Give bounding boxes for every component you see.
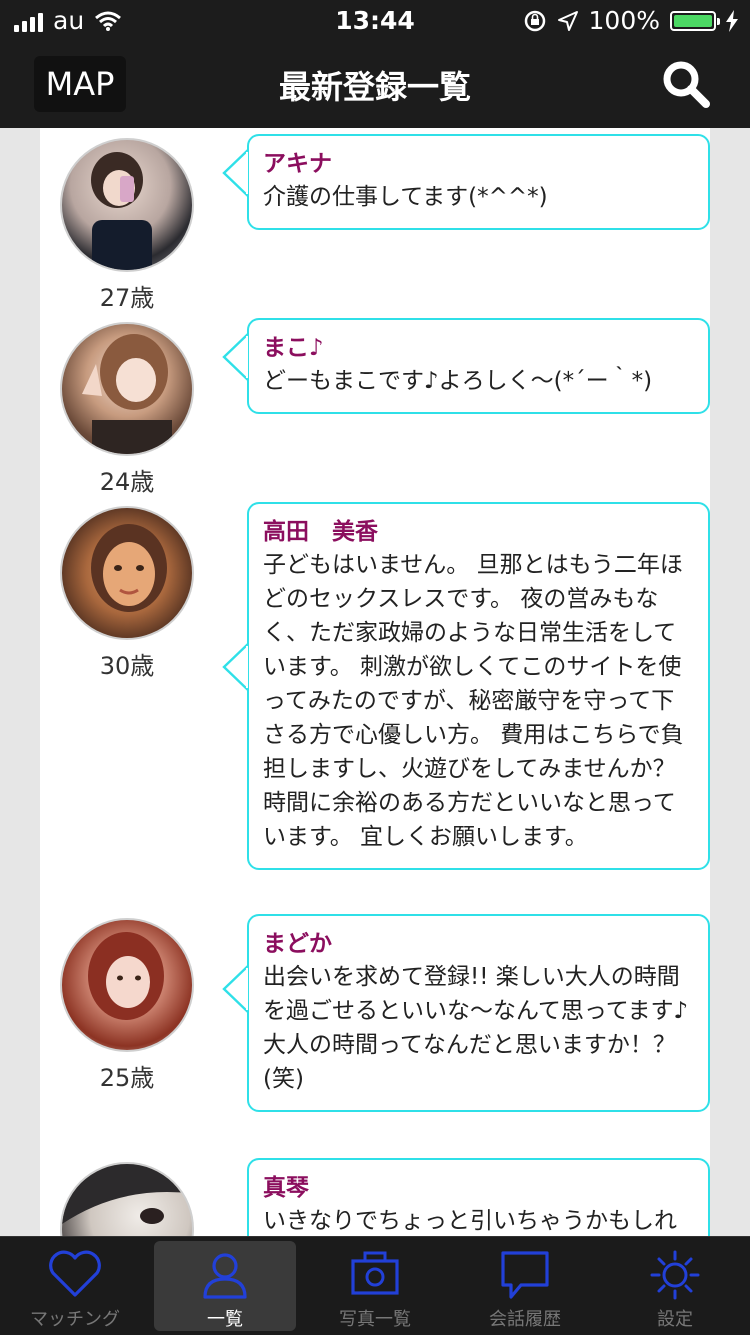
member-name: まどか <box>263 931 332 957</box>
age-label: 25歳 <box>99 1064 155 1092</box>
navigation-bar: MAP 最新登録一覧 <box>0 40 750 128</box>
age-label: 27歳 <box>99 284 155 312</box>
bubble-tail <box>222 333 248 381</box>
tab-bar: マッチング 一覧 写真一覧 会話履歴 設定 <box>0 1236 750 1335</box>
tab-photos[interactable]: 写真一覧 <box>300 1237 450 1335</box>
charging-bolt-icon <box>726 9 738 32</box>
avatar[interactable] <box>60 506 194 640</box>
tab-list[interactable]: 一覧 <box>150 1237 300 1335</box>
status-bar: au 13:44 100% <box>0 0 750 40</box>
bubble-tail <box>222 149 248 197</box>
member-name: アキナ <box>263 151 332 177</box>
member-message: 子どもはいません。 旦那とはもう二年ほどのセックスレスです。 夜の営みもなく、た… <box>263 552 684 850</box>
tab-label: 会話履歴 <box>489 1309 561 1330</box>
tab-label: 写真一覧 <box>339 1309 411 1330</box>
tab-matching[interactable]: マッチング <box>0 1237 150 1335</box>
location-arrow-icon <box>557 10 578 31</box>
tab-settings[interactable]: 設定 <box>600 1237 750 1335</box>
avatar[interactable] <box>60 322 194 456</box>
tab-label: マッチング <box>30 1309 120 1330</box>
search-icon[interactable] <box>660 58 712 110</box>
member-name: 高田 美香 <box>263 519 378 545</box>
bubble-tail <box>222 643 248 691</box>
age-label: 30歳 <box>99 652 155 680</box>
member-message: 介護の仕事してます(*^^*) <box>263 184 548 210</box>
battery-icon <box>670 10 720 31</box>
member-list[interactable]: 27歳 アキナ 介護の仕事してます(*^^*) 24歳 まこ♪ どーもまこです♪… <box>40 128 710 1236</box>
message-bubble[interactable]: 高田 美香 子どもはいません。 旦那とはもう二年ほどのセックスレスです。 夜の営… <box>222 502 710 870</box>
member-message: いきなりでちょっと引いちゃうかもしれ <box>263 1208 677 1234</box>
person-icon <box>203 1253 247 1299</box>
bubble-tail <box>222 965 248 1013</box>
message-bubble[interactable]: まどか 出会いを求めて登録!! 楽しい大人の時間を過ごせるといいな〜なんて思って… <box>222 914 710 1112</box>
battery-percent: 100% <box>588 6 660 35</box>
tab-label: 設定 <box>657 1309 693 1330</box>
rotation-lock-icon <box>524 10 545 31</box>
page-title: 最新登録一覧 <box>278 68 471 106</box>
avatar[interactable] <box>60 138 194 272</box>
member-name: 真琴 <box>263 1175 309 1201</box>
message-bubble[interactable]: アキナ 介護の仕事してます(*^^*) <box>222 134 710 230</box>
message-bubble[interactable]: 真琴 いきなりでちょっと引いちゃうかもしれ <box>247 1158 710 1236</box>
member-message: どーもまこです♪よろしく〜(*´ー｀*) <box>263 368 653 394</box>
member-message: 出会いを求めて登録!! 楽しい大人の時間を過ごせるといいな〜なんて思ってます♪ … <box>263 964 689 1092</box>
avatar[interactable] <box>60 1162 194 1236</box>
sun-gear-icon <box>650 1250 700 1300</box>
camera-icon <box>351 1251 399 1295</box>
chat-bubble-icon <box>501 1251 549 1299</box>
heart-icon <box>49 1250 101 1297</box>
age-label: 24歳 <box>99 468 155 496</box>
tab-chat-history[interactable]: 会話履歴 <box>450 1237 600 1335</box>
message-bubble[interactable]: まこ♪ どーもまこです♪よろしく〜(*´ー｀*) <box>222 318 710 414</box>
avatar[interactable] <box>60 918 194 1052</box>
tab-label: 一覧 <box>207 1309 243 1330</box>
member-name: まこ♪ <box>263 335 324 361</box>
